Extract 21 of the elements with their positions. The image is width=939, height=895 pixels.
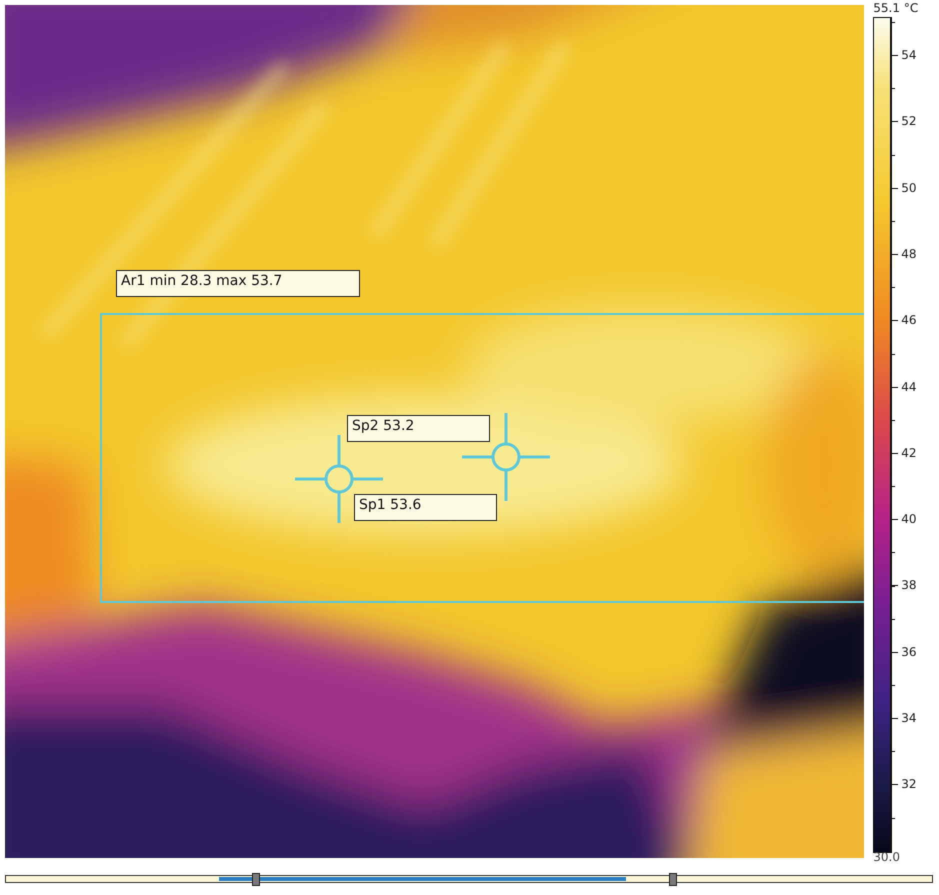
spot-label: Sp2 53.2	[347, 415, 490, 442]
spot-label: Sp1 53.6	[354, 494, 497, 521]
scale-tick-label: 36	[901, 644, 917, 660]
scale-tick-label: 50	[901, 180, 917, 196]
scale-tick-label: 42	[901, 444, 917, 461]
crosshair-icon	[294, 434, 384, 524]
scale-tick-label: 32	[901, 776, 917, 792]
scale-tick-label: 40	[901, 511, 917, 528]
scale-tick-label: 54	[901, 47, 917, 63]
crosshair-icon	[461, 412, 551, 502]
area-label: Ar1 min 28.3 max 53.7	[116, 270, 360, 297]
scale-tick-label: 38	[901, 577, 917, 594]
scale-tick-label: 44	[901, 378, 917, 394]
scale-tick-label: 34	[901, 710, 917, 726]
slider-handle[interactable]	[252, 873, 260, 886]
scale-max-label: 55.1 °C	[873, 0, 920, 17]
slider-handle[interactable]	[668, 873, 677, 886]
scale-tick-label: 48	[901, 246, 917, 262]
scale-min-label: 30.0	[873, 851, 900, 863]
scale-tick-label: 46	[901, 312, 917, 328]
scale-tick-label: 52	[901, 113, 917, 130]
